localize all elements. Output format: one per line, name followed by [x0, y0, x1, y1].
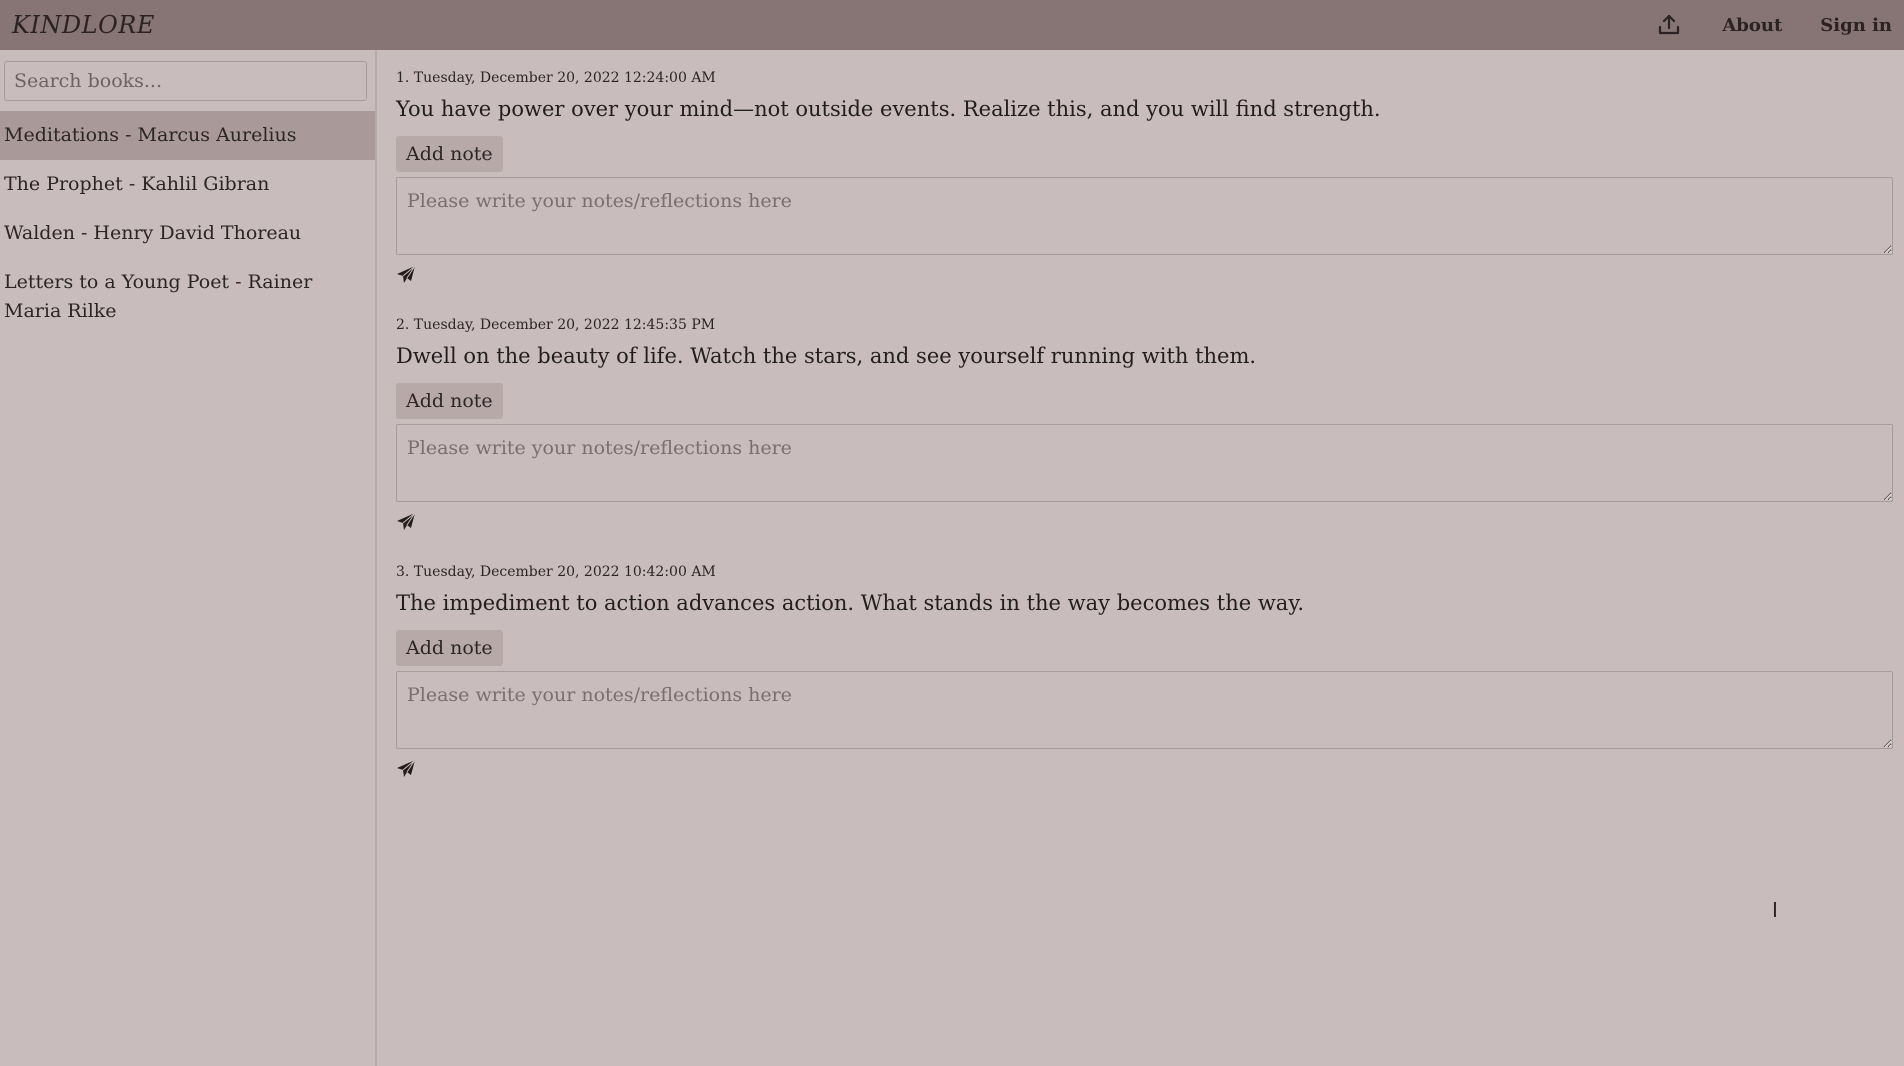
upload-icon[interactable]	[1654, 10, 1684, 40]
highlight-quote: You have power over your mind—not outsid…	[396, 97, 1381, 121]
add-note-button[interactable]: Add note	[396, 383, 503, 419]
highlight-timestamp: 1. Tuesday, December 20, 2022 12:24:00 A…	[396, 70, 716, 86]
highlight-card: 3. Tuesday, December 20, 2022 10:42:00 A…	[396, 564, 1893, 781]
sidebar: Meditations - Marcus Aurelius The Prophe…	[0, 50, 377, 1066]
note-textarea[interactable]	[396, 177, 1893, 255]
search-books-input[interactable]	[4, 61, 367, 101]
note-textarea[interactable]	[396, 424, 1893, 502]
text-cursor-icon: I	[1772, 898, 1778, 922]
paper-plane-icon[interactable]	[396, 512, 418, 534]
book-list: Meditations - Marcus Aurelius The Prophe…	[0, 111, 375, 336]
highlight-card: 1. Tuesday, December 20, 2022 12:24:00 A…	[396, 70, 1893, 287]
top-navbar: KINDLORE About Sign in	[0, 0, 1904, 50]
highlight-timestamp: 3. Tuesday, December 20, 2022 10:42:00 A…	[396, 564, 716, 580]
topbar-actions: About Sign in	[1654, 10, 1892, 40]
highlights-panel: 1. Tuesday, December 20, 2022 12:24:00 A…	[379, 50, 1904, 1066]
add-note-button[interactable]: Add note	[396, 630, 503, 666]
book-item-meditations[interactable]: Meditations - Marcus Aurelius	[0, 111, 375, 160]
paper-plane-icon[interactable]	[396, 759, 418, 781]
sign-in-link[interactable]: Sign in	[1820, 15, 1892, 36]
highlight-card: 2. Tuesday, December 20, 2022 12:45:35 P…	[396, 317, 1893, 534]
paper-plane-icon[interactable]	[396, 265, 418, 287]
book-item-the-prophet[interactable]: The Prophet - Kahlil Gibran	[0, 160, 375, 209]
note-textarea[interactable]	[396, 671, 1893, 749]
book-item-letters-to-a-young-poet[interactable]: Letters to a Young Poet - Rainer Maria R…	[0, 258, 375, 336]
highlight-quote: Dwell on the beauty of life. Watch the s…	[396, 344, 1257, 368]
about-link[interactable]: About	[1722, 15, 1782, 36]
book-item-walden[interactable]: Walden - Henry David Thoreau	[0, 209, 375, 258]
search-container	[0, 50, 375, 111]
add-note-button[interactable]: Add note	[396, 136, 503, 172]
brand-logo[interactable]: KINDLORE	[12, 11, 155, 39]
highlight-quote: The impediment to action advances action…	[396, 591, 1305, 615]
highlight-timestamp: 2. Tuesday, December 20, 2022 12:45:35 P…	[396, 317, 716, 333]
